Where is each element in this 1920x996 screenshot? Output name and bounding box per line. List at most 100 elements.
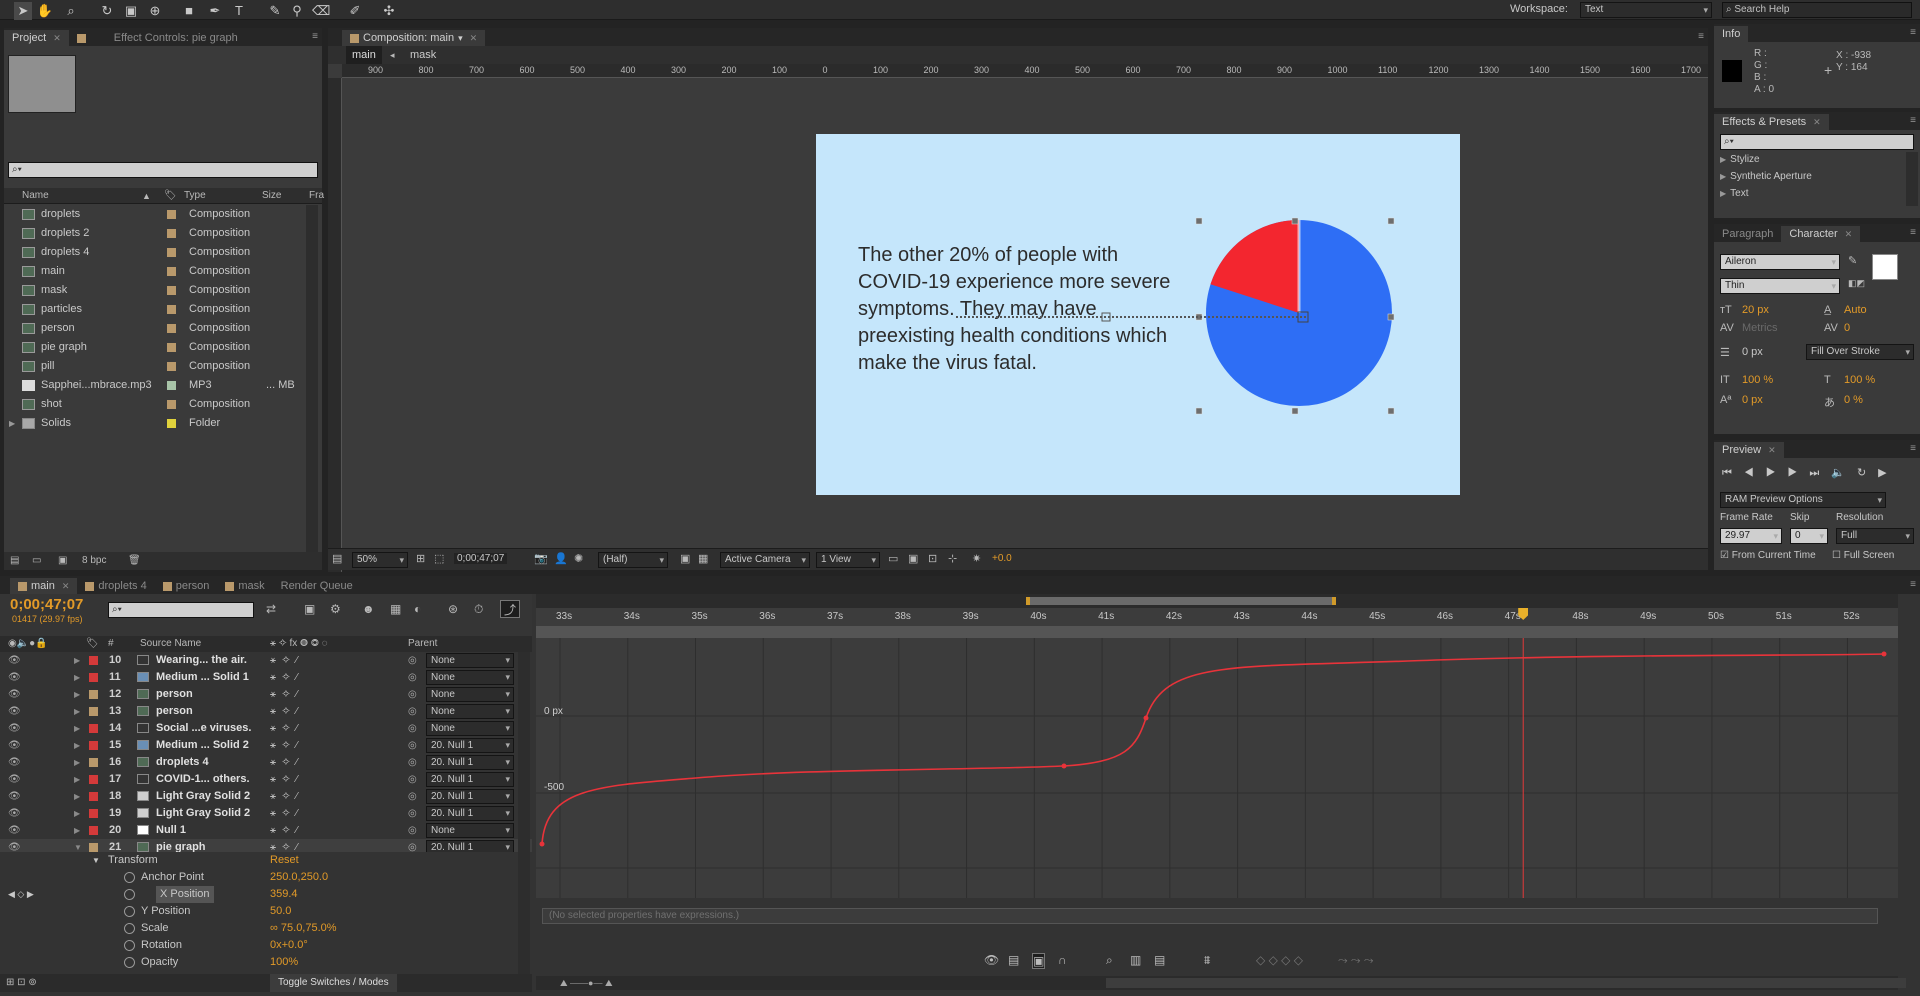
renderer-icon[interactable]: ▣	[908, 552, 918, 565]
tab-effect-controls[interactable]: Effect Controls: pie graph	[69, 30, 246, 46]
tab-project[interactable]: Project ✕	[4, 30, 69, 46]
expand-triangle-icon[interactable]: ▶	[74, 822, 80, 839]
list-item[interactable]: droplets 4 Composition	[4, 243, 309, 262]
list-item[interactable]: main Composition	[4, 262, 309, 281]
snapshot-icon[interactable]: 📷	[534, 552, 548, 565]
handle-bm[interactable]	[1291, 407, 1299, 415]
play-icon[interactable]: ▶	[1766, 467, 1788, 479]
close-icon[interactable]: ✕	[470, 30, 478, 46]
layer-name[interactable]: Wearing... the air.	[156, 652, 247, 669]
parent-dropdown[interactable]: 20. Null 1	[426, 772, 514, 787]
graph-editor[interactable]: 0 px -500	[536, 638, 1898, 898]
region-icon[interactable]: ⬚	[434, 552, 444, 565]
panel-menu-icon[interactable]: ≡	[1910, 227, 1916, 238]
visibility-eye-icon[interactable]: 👁	[8, 771, 21, 788]
handle-bl[interactable]	[1195, 407, 1203, 415]
font-family-dropdown[interactable]: Aileron	[1720, 254, 1840, 270]
ram-preview-options-dropdown[interactable]: RAM Preview Options	[1720, 492, 1886, 508]
layer-switches[interactable]: ⚹✧⁄	[270, 720, 304, 737]
layer-name[interactable]: Light Gray Solid 2	[156, 805, 250, 822]
visibility-eye-icon[interactable]: 👁	[8, 703, 21, 720]
visibility-eye-icon[interactable]: 👁	[8, 669, 21, 686]
panel-menu-icon[interactable]: ≡	[1910, 115, 1916, 126]
layer-name[interactable]: droplets 4	[156, 754, 209, 771]
pickwhip-icon[interactable]: ◎	[408, 652, 417, 669]
breadcrumb-main[interactable]: main	[346, 46, 382, 64]
panel-menu-icon[interactable]: ≡	[1910, 27, 1916, 38]
list-item[interactable]: mask Composition	[4, 281, 309, 300]
reset-exposure-icon[interactable]: ✷	[972, 552, 981, 565]
layer-name[interactable]: Light Gray Solid 2	[156, 788, 250, 805]
layer-scrollbar[interactable]	[518, 652, 530, 974]
table-row[interactable]: 👁 ▶ 15 Medium ... Solid 2 ⚹✧⁄ ◎ 20. Null 1	[0, 737, 532, 754]
keyframe-point[interactable]	[1143, 715, 1149, 721]
stroke-type-dropdown[interactable]: Fill Over Stroke	[1806, 344, 1914, 360]
trash-icon[interactable]: 🗑	[128, 552, 141, 570]
tab-info[interactable]: Info	[1714, 26, 1749, 42]
always-preview-icon[interactable]: ▤	[332, 552, 342, 565]
live-update-icon[interactable]: ▣	[304, 602, 315, 616]
tab-preview[interactable]: Preview ✕	[1714, 442, 1784, 458]
easy-ease-icon[interactable]: ⤳ ⤳ ⤳	[1338, 953, 1373, 968]
layer-name[interactable]: Medium ... Solid 2	[156, 737, 249, 754]
pickwhip-icon[interactable]: ◎	[408, 669, 417, 686]
panel-menu-icon[interactable]: ≡	[312, 31, 318, 42]
audio-icon[interactable]: 🔈	[1831, 467, 1857, 479]
tab-mask[interactable]: mask	[217, 578, 272, 594]
work-area-bar[interactable]	[1026, 597, 1336, 605]
visibility-eye-icon[interactable]: 👁	[8, 686, 21, 703]
table-row[interactable]: 👁 ▶ 17 COVID-1... others. ⚹✧⁄ ◎ 20. Null 1	[0, 771, 532, 788]
tab-person[interactable]: person	[155, 578, 218, 594]
handle-tr[interactable]	[1387, 217, 1395, 225]
property-row[interactable]: Anchor Point 250.0,250.0	[0, 869, 532, 886]
project-search-input[interactable]: ⌕▾	[8, 162, 318, 178]
visibility-eye-icon[interactable]: 👁	[8, 652, 21, 669]
hold-keyframe-icon[interactable]: ◇ ◇ ◇ ◇	[1256, 953, 1303, 967]
property-value[interactable]: 50.0	[270, 903, 291, 920]
layer-switches[interactable]: ⚹✧⁄	[270, 737, 304, 754]
expand-triangle-icon[interactable]: ▶	[74, 805, 80, 822]
exposure-value[interactable]: +0.0	[992, 553, 1012, 564]
effects-item-synthetic-aperture[interactable]: ▶ Synthetic Aperture	[1720, 171, 1812, 182]
visibility-eye-icon[interactable]: 👁	[8, 754, 21, 771]
parent-dropdown[interactable]: None	[426, 653, 514, 668]
pickwhip-icon[interactable]: ◎	[408, 822, 417, 839]
visibility-eye-icon[interactable]: 👁	[8, 737, 21, 754]
tracking-value[interactable]: 0	[1844, 322, 1850, 334]
eyedropper-icon[interactable]: ✎	[1848, 254, 1857, 267]
pickwhip-icon[interactable]: ◎	[408, 686, 417, 703]
property-value[interactable]: 359.4	[270, 886, 298, 903]
layer-name[interactable]: person	[156, 703, 193, 720]
new-composition-icon[interactable]: ▣	[58, 552, 67, 570]
layer-name[interactable]: COVID-1... others.	[156, 771, 250, 788]
fill-color-swatch[interactable]	[1872, 254, 1898, 280]
label-color[interactable]	[89, 724, 98, 733]
pan-behind-tool-icon[interactable]: ⊕	[146, 2, 164, 20]
expand-triangle-icon[interactable]: ▶	[74, 686, 80, 703]
close-icon[interactable]: ✕	[1845, 226, 1853, 242]
fit-selection-icon[interactable]: ⌕	[1106, 953, 1113, 968]
table-row[interactable]: 👁 ▶ 10 Wearing... the air. ⚹✧⁄ ◎ None	[0, 652, 532, 669]
pickwhip-icon[interactable]: ◎	[408, 771, 417, 788]
interpret-footage-icon[interactable]: ▤	[10, 552, 19, 570]
column-fr[interactable]: Fra	[309, 188, 324, 204]
parent-dropdown[interactable]: None	[426, 670, 514, 685]
leading-value[interactable]: Auto	[1844, 304, 1867, 316]
label-color[interactable]	[89, 775, 98, 784]
channel-icon[interactable]: ✺	[574, 552, 583, 565]
tab-render-queue[interactable]: Render Queue	[273, 578, 361, 594]
tab-character[interactable]: Character ✕	[1781, 226, 1861, 242]
brush-tool-icon[interactable]: ✎	[266, 2, 284, 20]
auto-keyframe-icon[interactable]: ⏱	[474, 602, 483, 617]
stroke-width-value[interactable]: 0 px	[1742, 346, 1763, 358]
source-name-header[interactable]: Source Name	[140, 636, 201, 652]
close-icon[interactable]: ✕	[1768, 442, 1776, 458]
swap-colors-icon[interactable]: ◧◩	[1848, 278, 1865, 289]
horizontal-scale-value[interactable]: 100 %	[1844, 374, 1875, 386]
keyframe-point[interactable]	[1061, 763, 1067, 769]
separate-dimensions-icon[interactable]: ▤	[1154, 953, 1165, 967]
parent-dropdown[interactable]: None	[426, 704, 514, 719]
baseline-shift-value[interactable]: 0 px	[1742, 394, 1763, 406]
time-navigator[interactable]	[536, 594, 1898, 608]
tab-composition-main[interactable]: Composition: main ▾ ✕	[342, 30, 486, 46]
